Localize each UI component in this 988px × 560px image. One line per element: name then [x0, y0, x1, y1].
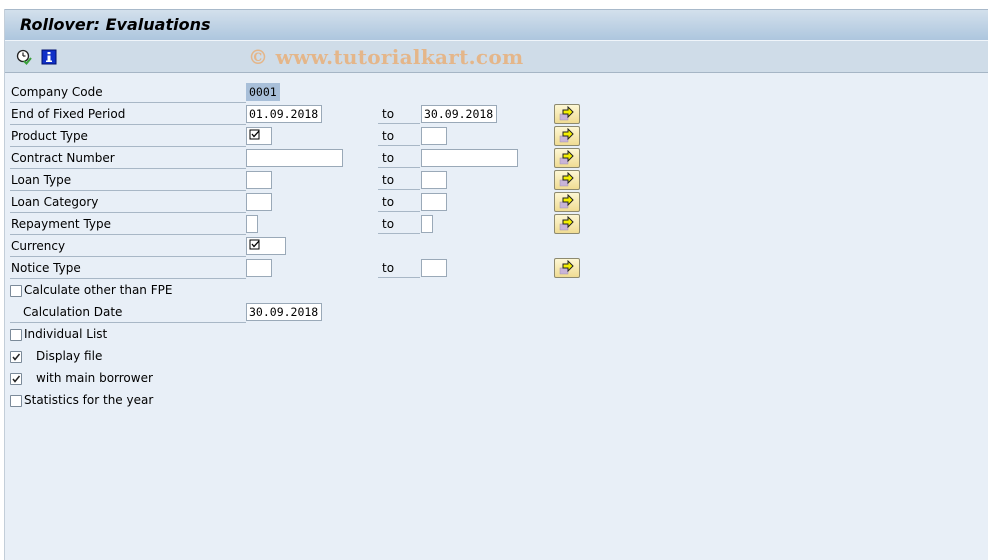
- contract-number-label: Contract Number: [10, 148, 246, 169]
- display-file-label: Display file: [36, 349, 103, 363]
- notice-type-to-label: to: [378, 258, 420, 278]
- info-icon[interactable]: [41, 49, 57, 65]
- checkmark-icon: [12, 375, 21, 383]
- match-code-check-icon: [249, 239, 260, 250]
- currency-label: Currency: [10, 236, 246, 257]
- loan-type-label: Loan Type: [10, 170, 246, 191]
- individual-list-checkbox[interactable]: [10, 329, 22, 341]
- product-type-to-label: to: [378, 126, 420, 146]
- loan-category-to-label: to: [378, 192, 420, 212]
- with-main-borrower-checkbox[interactable]: [10, 373, 22, 385]
- contract-number-from-input[interactable]: [246, 149, 343, 167]
- notice-type-multiple-selection-button[interactable]: [554, 258, 580, 278]
- checkmark-icon: [12, 353, 21, 361]
- loan-type-from-input[interactable]: [246, 171, 272, 189]
- company-code-input[interactable]: 0001: [246, 83, 280, 101]
- repayment-type-multiple-selection-button[interactable]: [554, 214, 580, 234]
- multiple-selection-arrow-icon: [559, 150, 574, 165]
- watermark: © www.tutorialkart.com: [248, 45, 524, 69]
- calc-other-than-fpe-label: Calculate other than FPE: [24, 283, 173, 297]
- end-of-fixed-period-to-label: to: [378, 104, 420, 124]
- contract-number-multiple-selection-button[interactable]: [554, 148, 580, 168]
- product-type-from-input[interactable]: [246, 127, 272, 145]
- contract-number-to-label: to: [378, 148, 420, 168]
- repayment-type-to-input[interactable]: [421, 215, 433, 233]
- calc-other-than-fpe-checkbox[interactable]: [10, 285, 22, 297]
- page-title: Rollover: Evaluations: [20, 15, 211, 34]
- execute-clock-icon[interactable]: [16, 49, 32, 65]
- multiple-selection-arrow-icon: [559, 194, 574, 209]
- end-of-fixed-period-label: End of Fixed Period: [10, 104, 246, 125]
- notice-type-label: Notice Type: [10, 258, 246, 279]
- multiple-selection-arrow-icon: [559, 216, 574, 231]
- loan-type-to-label: to: [378, 170, 420, 190]
- match-code-check-icon: [249, 129, 260, 140]
- application-toolbar: © www.tutorialkart.com: [5, 41, 988, 73]
- individual-list-label: Individual List: [24, 327, 108, 341]
- product-type-multiple-selection-button[interactable]: [554, 126, 580, 146]
- statistics-for-year-checkbox[interactable]: [10, 395, 22, 407]
- multiple-selection-arrow-icon: [559, 106, 574, 121]
- product-type-to-input[interactable]: [421, 127, 447, 145]
- multiple-selection-arrow-icon: [559, 128, 574, 143]
- loan-type-to-input[interactable]: [421, 171, 447, 189]
- sap-window: Rollover: Evaluations © www.tutorialkart…: [4, 9, 988, 560]
- display-file-checkbox[interactable]: [10, 351, 22, 363]
- currency-input[interactable]: [246, 237, 286, 255]
- repayment-type-to-label: to: [378, 214, 420, 234]
- calculation-date-input[interactable]: 30.09.2018: [246, 303, 322, 321]
- end-of-fixed-period-to-input[interactable]: 30.09.2018: [421, 105, 497, 123]
- end-of-fixed-period-multiple-selection-button[interactable]: [554, 104, 580, 124]
- repayment-type-from-input[interactable]: [246, 215, 258, 233]
- contract-number-to-input[interactable]: [421, 149, 518, 167]
- notice-type-from-input[interactable]: [246, 259, 272, 277]
- with-main-borrower-label: with main borrower: [36, 371, 153, 385]
- multiple-selection-arrow-icon: [559, 260, 574, 275]
- calculation-date-label: Calculation Date: [10, 302, 246, 323]
- notice-type-to-input[interactable]: [421, 259, 447, 277]
- loan-category-to-input[interactable]: [421, 193, 447, 211]
- end-of-fixed-period-from-input[interactable]: 01.09.2018: [246, 105, 322, 123]
- title-bar: Rollover: Evaluations: [5, 9, 988, 41]
- multiple-selection-arrow-icon: [559, 172, 574, 187]
- company-code-label: Company Code: [10, 82, 246, 103]
- loan-type-multiple-selection-button[interactable]: [554, 170, 580, 190]
- repayment-type-label: Repayment Type: [10, 214, 246, 235]
- loan-category-label: Loan Category: [10, 192, 246, 213]
- loan-category-from-input[interactable]: [246, 193, 272, 211]
- product-type-label: Product Type: [10, 126, 246, 147]
- loan-category-multiple-selection-button[interactable]: [554, 192, 580, 212]
- statistics-for-year-label: Statistics for the year: [24, 393, 154, 407]
